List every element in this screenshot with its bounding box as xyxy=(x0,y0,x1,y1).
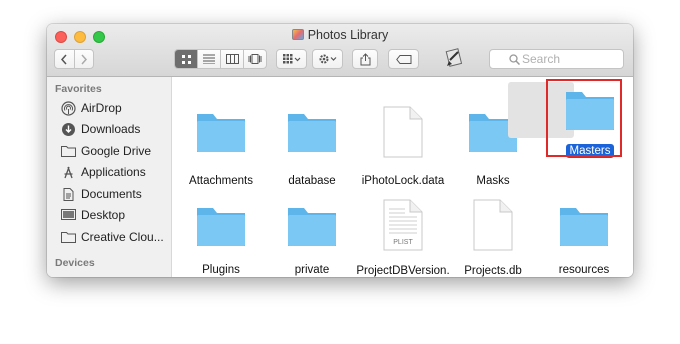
devices-heading: Devices xyxy=(55,257,95,269)
downloads-icon xyxy=(62,122,75,136)
title-bar: Photos Library Search xyxy=(47,24,633,77)
document-icon xyxy=(383,106,423,158)
icon-view-button[interactable] xyxy=(175,50,198,68)
folder-icon xyxy=(197,208,245,246)
airdrop-icon xyxy=(61,100,76,116)
back-button[interactable] xyxy=(55,50,75,68)
script-editor-icon[interactable] xyxy=(445,46,465,70)
navigation-buttons xyxy=(54,49,94,69)
folder-icon xyxy=(197,114,245,152)
share-icon xyxy=(360,52,370,65)
tag-icon xyxy=(395,54,411,64)
chevron-right-icon xyxy=(81,54,87,64)
cover-flow-icon xyxy=(248,54,262,64)
column-view-button[interactable] xyxy=(221,50,244,68)
gear-icon xyxy=(319,54,336,64)
document-icon xyxy=(473,199,513,251)
view-mode-selector xyxy=(174,49,267,69)
folder-icon xyxy=(61,232,76,243)
file-item-resources[interactable]: resources xyxy=(529,204,633,277)
sidebar-item-desktop[interactable]: Desktop xyxy=(61,205,171,225)
list-icon xyxy=(203,54,215,64)
forward-button[interactable] xyxy=(75,50,94,68)
sidebar-item-applications[interactable]: Applications xyxy=(61,162,171,182)
columns-icon xyxy=(225,54,239,64)
action-button[interactable] xyxy=(312,49,343,69)
sidebar-item-airdrop[interactable]: AirDrop xyxy=(61,98,171,118)
applications-icon xyxy=(64,166,73,178)
highlight-box xyxy=(546,79,622,157)
search-icon xyxy=(509,54,520,65)
favorites-heading: Favorites xyxy=(55,83,102,95)
sidebar: Favorites AirDrop Downloads Google Drive… xyxy=(47,77,172,277)
sidebar-item-downloads[interactable]: Downloads xyxy=(61,119,171,139)
edit-tags-button[interactable] xyxy=(388,49,419,69)
list-view-button[interactable] xyxy=(198,50,221,68)
folder-icon xyxy=(288,208,336,246)
sidebar-item-creative-cloud[interactable]: Creative Clou... xyxy=(61,227,171,247)
grid-icon xyxy=(181,54,191,64)
arrange-icon xyxy=(282,54,300,64)
share-button[interactable] xyxy=(352,49,378,69)
folder-icon xyxy=(61,146,76,157)
folder-icon xyxy=(288,114,336,152)
sidebar-item-documents[interactable]: Documents xyxy=(61,184,171,204)
photos-library-icon xyxy=(291,29,304,40)
arrange-button[interactable] xyxy=(276,49,307,69)
folder-icon xyxy=(560,208,608,246)
sidebar-item-google-drive[interactable]: Google Drive xyxy=(61,141,171,161)
cover-flow-button[interactable] xyxy=(244,50,266,68)
window-title: Photos Library xyxy=(47,28,633,42)
desktop-icon xyxy=(61,208,76,220)
search-field[interactable]: Search xyxy=(489,49,624,69)
documents-icon xyxy=(63,187,74,201)
chevron-left-icon xyxy=(61,54,67,64)
